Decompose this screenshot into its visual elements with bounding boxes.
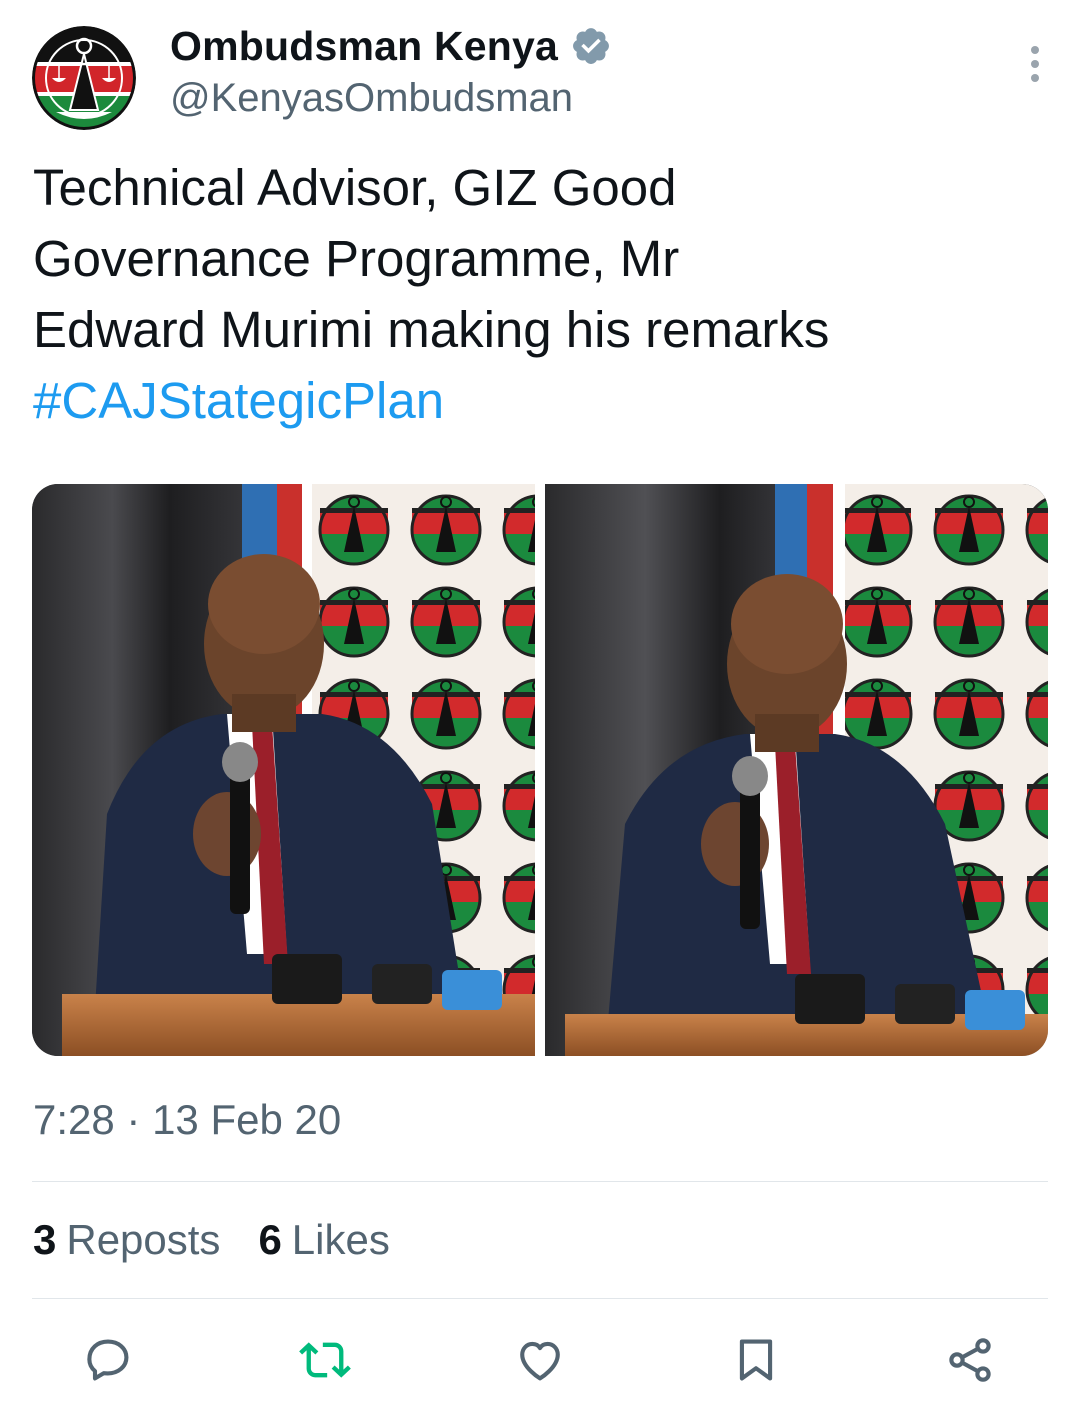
action-bar	[0, 1330, 1080, 1400]
share-icon	[949, 1338, 991, 1382]
like-button[interactable]	[510, 1330, 570, 1390]
engagement-stats: 3 Reposts 6 Likes	[33, 1216, 390, 1264]
reposts-stat[interactable]: 3 Reposts	[33, 1216, 220, 1264]
bookmark-icon	[739, 1339, 773, 1381]
handle[interactable]: @KenyasOmbudsman	[170, 76, 573, 121]
heart-icon	[520, 1341, 560, 1381]
tweet-text-line: Governance Programme, Mr	[33, 230, 680, 287]
reply-icon	[87, 1339, 129, 1381]
divider	[32, 1298, 1048, 1299]
more-options-icon[interactable]	[1028, 46, 1042, 86]
media-grid	[32, 484, 1048, 1056]
verified-badge-icon	[573, 28, 609, 64]
divider	[32, 1181, 1048, 1182]
likes-stat[interactable]: 6 Likes	[258, 1216, 389, 1264]
photo-1[interactable]	[32, 484, 535, 1056]
reply-button[interactable]	[78, 1330, 138, 1390]
repost-icon	[299, 1342, 351, 1378]
author-name-row: Ombudsman Kenya	[170, 20, 612, 72]
display-name[interactable]: Ombudsman Kenya	[170, 23, 558, 70]
tweet-text-line: Edward Murimi making his remarks	[33, 301, 830, 358]
photo-2[interactable]	[545, 484, 1048, 1056]
likes-count: 6	[258, 1216, 282, 1263]
avatar[interactable]	[32, 26, 136, 130]
tweet-text: Technical Advisor, GIZ Good Governance P…	[33, 152, 1043, 436]
share-button[interactable]	[940, 1330, 1000, 1390]
hashtag-link[interactable]: #CAJStategicPlan	[33, 365, 1043, 436]
ombudsman-logo-icon	[32, 26, 136, 130]
reposts-count: 3	[33, 1216, 57, 1263]
tweet: Ombudsman Kenya @KenyasOmbudsman Technic…	[0, 0, 1080, 1426]
speaker-photo-image	[32, 484, 535, 1056]
bookmark-button[interactable]	[726, 1330, 786, 1390]
reposts-label: Reposts	[66, 1216, 221, 1263]
repost-button[interactable]	[295, 1330, 355, 1390]
tweet-text-line: Technical Advisor, GIZ Good	[33, 159, 677, 216]
speaker-photo-image	[545, 484, 1048, 1056]
likes-label: Likes	[291, 1216, 390, 1263]
tweet-timestamp[interactable]: 7:28 · 13 Feb 20	[33, 1096, 341, 1144]
